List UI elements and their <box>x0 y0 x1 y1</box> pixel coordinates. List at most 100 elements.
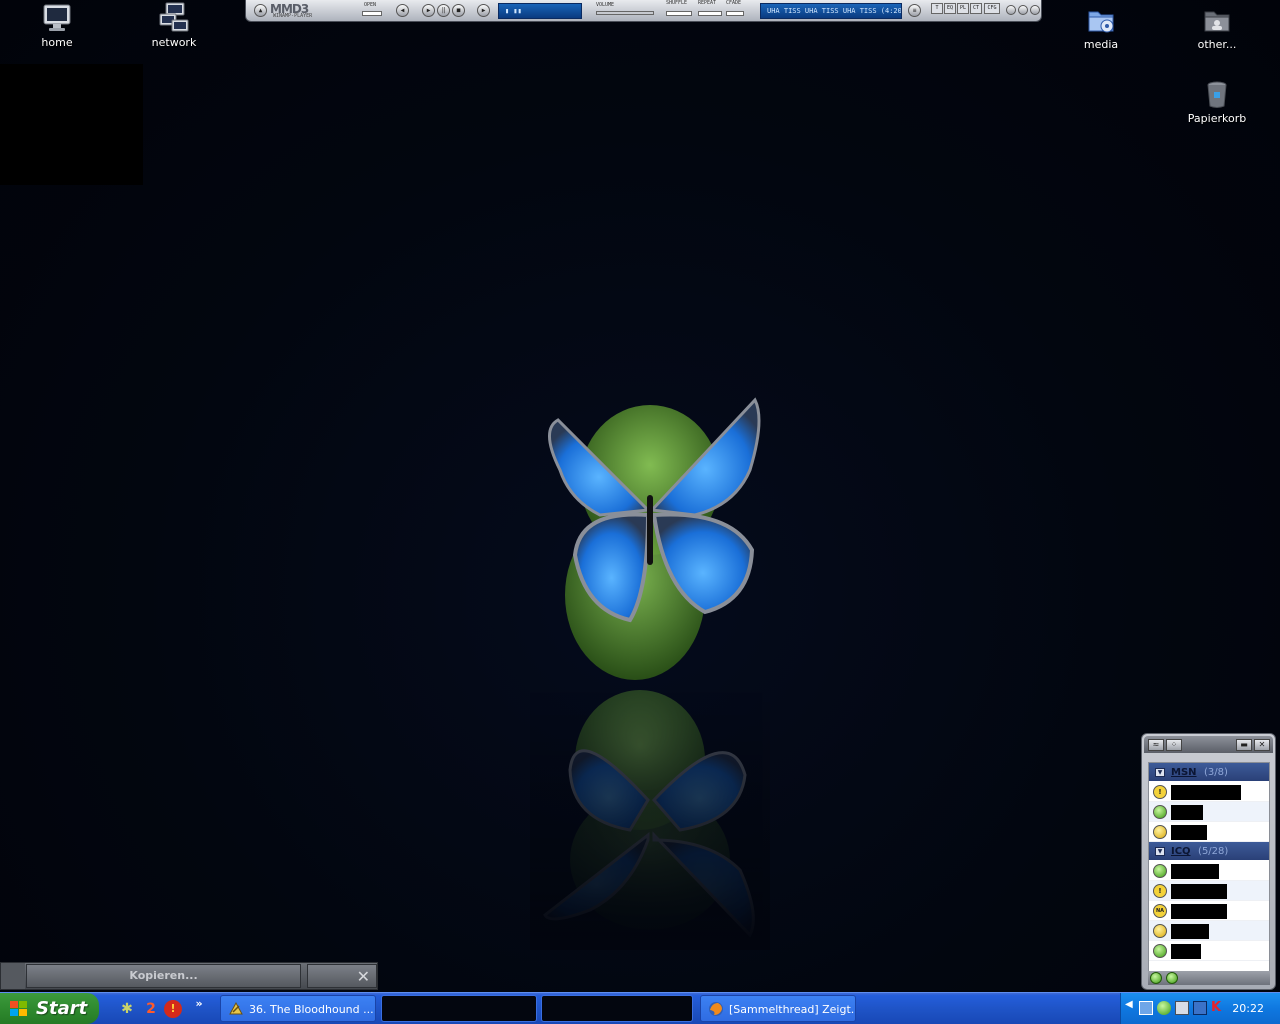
redacted-block <box>0 64 143 185</box>
winamp-player[interactable]: ▲ MMD3 WINAMP-PLAYER OPEN ◀ ▶ ‖ ■ ▶ ▮ ▮▮… <box>245 0 1042 22</box>
antivirus-tray-icon[interactable]: K <box>1211 1000 1225 1015</box>
close-icon[interactable]: ✕ <box>357 969 370 985</box>
task-label: [Sammelthread] Zeigt... <box>729 1003 856 1016</box>
quick-launch-number[interactable]: 2 <box>142 1000 160 1018</box>
network-icon <box>159 2 189 32</box>
shade-icon[interactable] <box>1018 5 1028 15</box>
minimize-icon[interactable] <box>1006 5 1016 15</box>
msn-status-icon[interactable] <box>1150 972 1162 984</box>
contact-row[interactable] <box>1149 802 1269 822</box>
contact-group-icq[interactable]: ▼ ICQ (5/28) <box>1149 842 1269 861</box>
stop-button[interactable]: ■ <box>452 4 465 17</box>
winamp-btn-t[interactable]: T <box>931 3 943 14</box>
crossfade-toggle[interactable] <box>726 11 744 16</box>
volume-slider[interactable] <box>596 11 654 15</box>
winamp-btn-pl[interactable]: PL <box>957 3 969 14</box>
desktop-icon-recycle-bin[interactable]: Papierkorb <box>1167 78 1267 125</box>
firefox-icon <box>709 1002 723 1016</box>
redacted-contact-name <box>1171 805 1203 820</box>
repeat-label: REPEAT <box>698 0 717 6</box>
menu-icon[interactable]: ≡ <box>908 4 921 17</box>
contact-row[interactable]: ! <box>1149 881 1269 901</box>
contact-list-footer <box>1148 971 1270 985</box>
open-label: OPEN <box>364 2 377 8</box>
desktop-icon-label: other... <box>1197 38 1237 51</box>
winamp-btn-ct[interactable]: CT <box>970 3 982 14</box>
recycle-bin-icon <box>1207 81 1227 108</box>
butterfly-upright <box>548 397 761 680</box>
redacted-contact-name <box>1171 944 1201 959</box>
winamp-btn-eq[interactable]: EQ <box>944 3 956 14</box>
dialog-grip <box>1 963 25 989</box>
minimize-icon[interactable]: ▬ <box>1236 739 1252 751</box>
collapse-icon[interactable]: ▼ <box>1155 847 1165 856</box>
alert-icon[interactable]: ! <box>164 1000 182 1018</box>
previous-button[interactable]: ◀ <box>396 4 409 17</box>
contact-row[interactable]: NA <box>1149 901 1269 921</box>
contact-row[interactable] <box>1149 921 1269 941</box>
tray-expand-icon[interactable]: ◀ <box>1125 999 1139 1013</box>
next-button[interactable]: ▶ <box>477 4 490 17</box>
online-status-icon <box>1153 805 1167 819</box>
icq-status-icon[interactable] <box>1166 972 1178 984</box>
contact-row[interactable]: ! <box>1149 782 1269 802</box>
dialog-filler: ✕ <box>307 964 377 988</box>
system-tray: ◀ K 20:22 <box>1120 993 1280 1024</box>
copy-progress-label: Kopieren... <box>26 964 301 988</box>
start-button[interactable]: Start <box>0 993 99 1024</box>
messenger-tray-icon[interactable] <box>1157 1001 1171 1015</box>
winamp-quick-icon[interactable]: ✱ <box>118 1000 136 1018</box>
away-status-icon: ! <box>1153 785 1167 799</box>
desktop-icon-home[interactable]: home <box>7 2 107 49</box>
contact-row[interactable] <box>1149 861 1269 881</box>
group-name: ICQ <box>1171 846 1191 857</box>
status-menu-icon[interactable]: ≈ <box>1148 739 1164 751</box>
task-button-bloodhound[interactable]: 36. The Bloodhound ... <box>220 995 376 1022</box>
task-button-sammelthread[interactable]: [Sammelthread] Zeigt... <box>700 995 856 1022</box>
volume-label: VOLUME <box>596 2 615 8</box>
collapse-icon[interactable]: ▼ <box>1155 768 1165 777</box>
group-name: MSN <box>1171 767 1197 778</box>
task-button-redacted-2[interactable] <box>541 995 693 1022</box>
redacted-contact-name <box>1171 884 1227 899</box>
contact-group-msn[interactable]: ▼ MSN (3/8) <box>1149 763 1269 782</box>
play-button[interactable]: ▶ <box>422 4 435 17</box>
close-icon[interactable] <box>1030 5 1040 15</box>
group-count: (5/28) <box>1198 846 1229 857</box>
desktop-icon-media[interactable]: media <box>1051 4 1151 51</box>
pause-button[interactable]: ‖ <box>437 4 450 17</box>
open-button[interactable] <box>362 11 382 16</box>
main-menu-icon[interactable]: ⁘ <box>1166 739 1182 751</box>
redacted-contact-name <box>1171 904 1227 919</box>
redacted-contact-name <box>1171 785 1241 800</box>
time-display: ▮ ▮▮ <box>498 3 582 19</box>
idle-status-icon <box>1153 825 1167 839</box>
start-label: Start <box>36 998 88 1019</box>
track-title-display: UHA TISS UHA TISS UHA TISS (4:20) <box>760 3 902 19</box>
copy-progress-dialog[interactable]: Kopieren... ✕ <box>0 962 378 990</box>
contact-row[interactable] <box>1149 941 1269 961</box>
task-label: 36. The Bloodhound ... <box>249 1003 374 1016</box>
chevron-icon[interactable]: » <box>190 995 208 1013</box>
contact-list[interactable]: ▼ MSN (3/8) ! ▼ ICQ (5/28) ! NA <box>1148 762 1270 972</box>
contact-row[interactable] <box>1149 822 1269 842</box>
close-icon[interactable]: ✕ <box>1254 739 1270 751</box>
contact-list-window[interactable]: ≈ ⁘ ▬ ✕ ▼ MSN (3/8) ! ▼ ICQ (5/28) ! NA <box>1141 733 1276 990</box>
winamp-icon <box>229 1001 243 1015</box>
volume-tray-icon[interactable] <box>1193 1001 1207 1015</box>
repeat-toggle[interactable] <box>698 11 722 16</box>
desktop-icon-network[interactable]: network <box>124 2 224 49</box>
redacted-contact-name <box>1171 924 1209 939</box>
display-tray-icon[interactable] <box>1175 1001 1189 1015</box>
desktop-icon-label: network <box>151 36 197 49</box>
desktop-icon-other[interactable]: other... <box>1167 4 1267 51</box>
task-button-redacted-1[interactable] <box>381 995 537 1022</box>
winamp-menu-button[interactable]: ▲ <box>254 4 267 17</box>
crossfade-label: CFADE <box>726 0 742 6</box>
shuffle-label: SHUFFLE <box>666 0 688 6</box>
network-tray-icon[interactable] <box>1139 1001 1153 1015</box>
winamp-btn-cfg[interactable]: CFG <box>984 3 1000 14</box>
shuffle-toggle[interactable] <box>666 11 692 16</box>
desktop: home network media other... Papierkorb ▲… <box>0 0 1280 992</box>
monitor-icon <box>43 4 71 31</box>
